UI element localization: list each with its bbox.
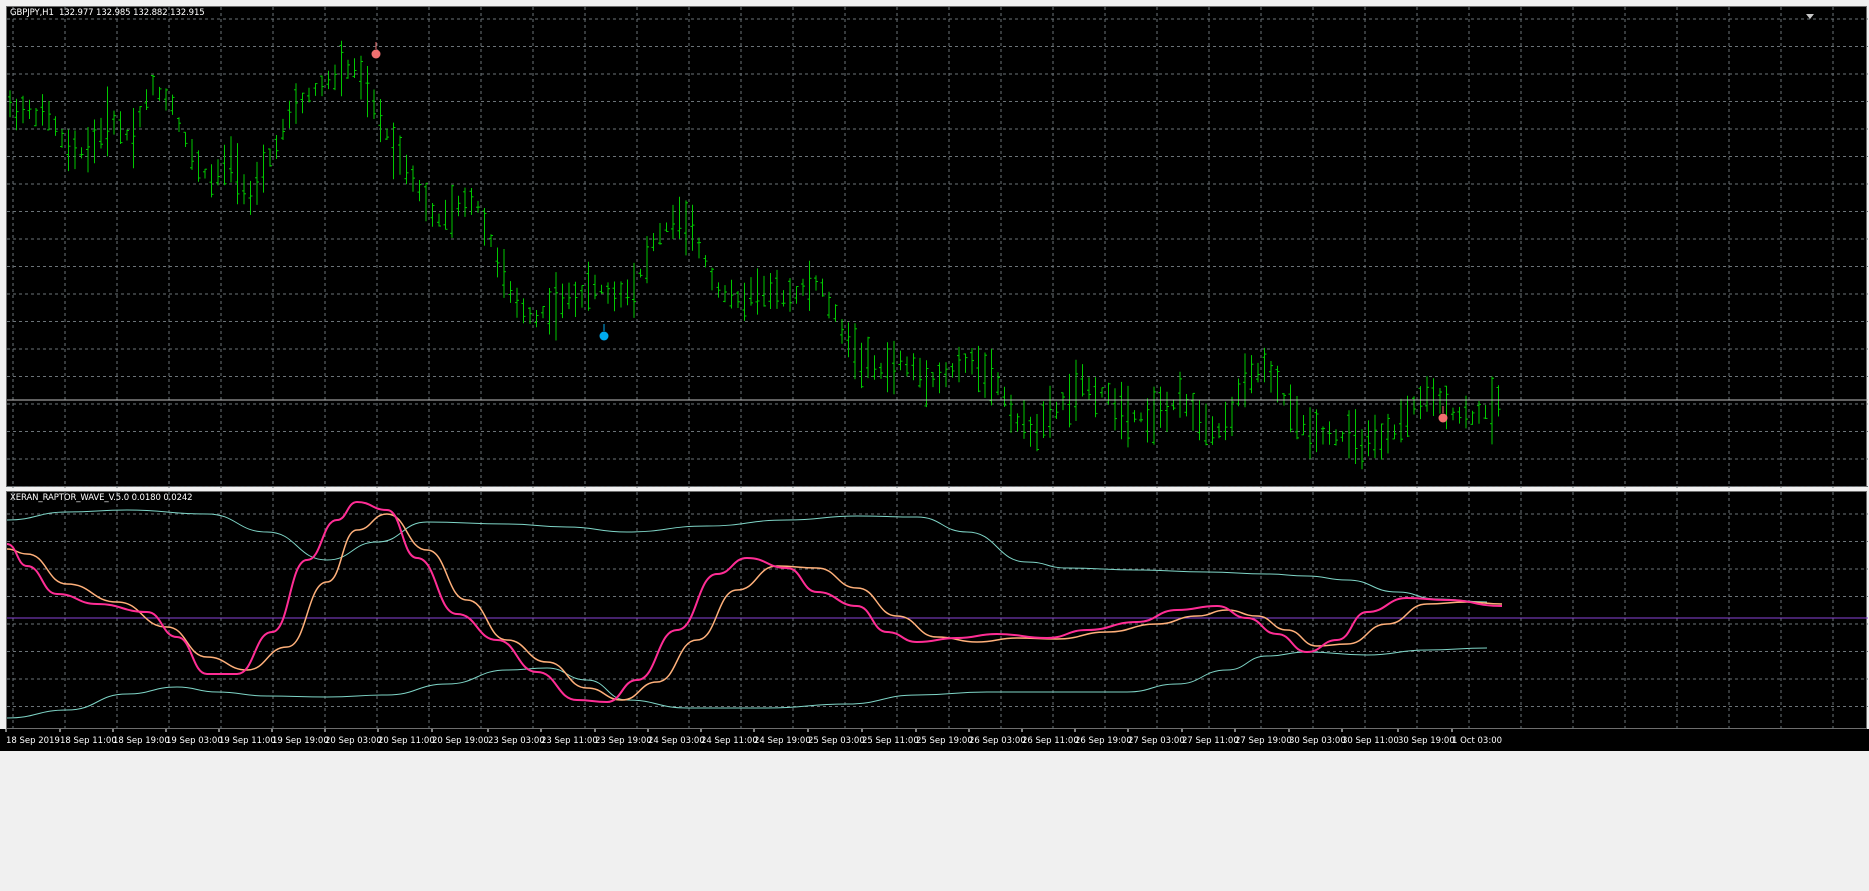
sell-signal-marker [371,49,381,59]
terminal-background [0,751,1869,891]
time-axis-label: 24 Sep 03:00 [648,736,705,746]
fast-wave-line [7,500,1503,704]
time-axis-label: 20 Sep 11:00 [378,736,435,746]
time-axis-label: 18 Sep 2019 [6,736,60,746]
time-axis-label: 1 Oct 03:00 [1452,736,1502,746]
time-axis-label: 18 Sep 19:00 [113,736,170,746]
chart-shift-triangle-icon[interactable] [1806,14,1814,19]
indicator-canvas[interactable] [7,492,1868,730]
time-axis-label: 27 Sep 03:00 [1128,736,1185,746]
time-axis-label: 20 Sep 03:00 [325,736,382,746]
sell-signal-marker [1438,413,1448,423]
lower-band-line [7,647,1488,719]
price-chart-pane[interactable]: GBPJPY,H1 132.977 132.985 132.882 132.91… [6,6,1868,488]
price-chart-title: GBPJPY,H1 132.977 132.985 132.882 132.91… [10,8,205,18]
time-axis-label: 26 Sep 03:00 [969,736,1026,746]
buy-signal-marker [599,331,609,341]
indicator-pane[interactable]: XERAN_RAPTOR_WAVE_V.5.0 0.0180 0.0242 [6,491,1868,730]
time-axis-label: 24 Sep 19:00 [754,736,811,746]
time-axis-label: 30 Sep 19:00 [1398,736,1455,746]
time-axis-label: 27 Sep 19:00 [1235,736,1292,746]
time-axis-label: 20 Sep 19:00 [432,736,489,746]
time-axis-label: 25 Sep 19:00 [916,736,973,746]
time-axis-label: 19 Sep 19:00 [272,736,329,746]
price-chart-canvas[interactable] [7,7,1868,488]
time-axis-label: 30 Sep 03:00 [1289,736,1346,746]
time-axis-label: 25 Sep 03:00 [808,736,865,746]
time-axis-label: 23 Sep 11:00 [541,736,598,746]
time-axis-label: 27 Sep 11:00 [1182,736,1239,746]
mt4-chart-window: GBPJPY,H1 132.977 132.985 132.882 132.91… [0,0,1869,891]
time-axis-label: 25 Sep 11:00 [862,736,919,746]
time-axis: 18 Sep 2019 18 Sep 11:00 18 Sep 19:00 19 Se… [0,729,1869,751]
time-axis-label: 19 Sep 03:00 [166,736,223,746]
indicator-title: XERAN_RAPTOR_WAVE_V.5.0 0.0180 0.0242 [10,493,193,503]
time-axis-label: 19 Sep 11:00 [219,736,276,746]
time-axis-labels: 18 Sep 2019 18 Sep 11:0018 Sep 19:0019 Se… [5,729,1502,746]
time-axis-label: 18 Sep 11:00 [60,736,117,746]
time-axis-label: 30 Sep 11:00 [1342,736,1399,746]
time-axis-label: 23 Sep 19:00 [595,736,652,746]
time-axis-label: 26 Sep 11:00 [1022,736,1079,746]
time-axis-label: 23 Sep 03:00 [488,736,545,746]
price-bars [8,40,1501,470]
time-axis-label: 24 Sep 11:00 [701,736,758,746]
time-axis-label: 26 Sep 19:00 [1075,736,1132,746]
